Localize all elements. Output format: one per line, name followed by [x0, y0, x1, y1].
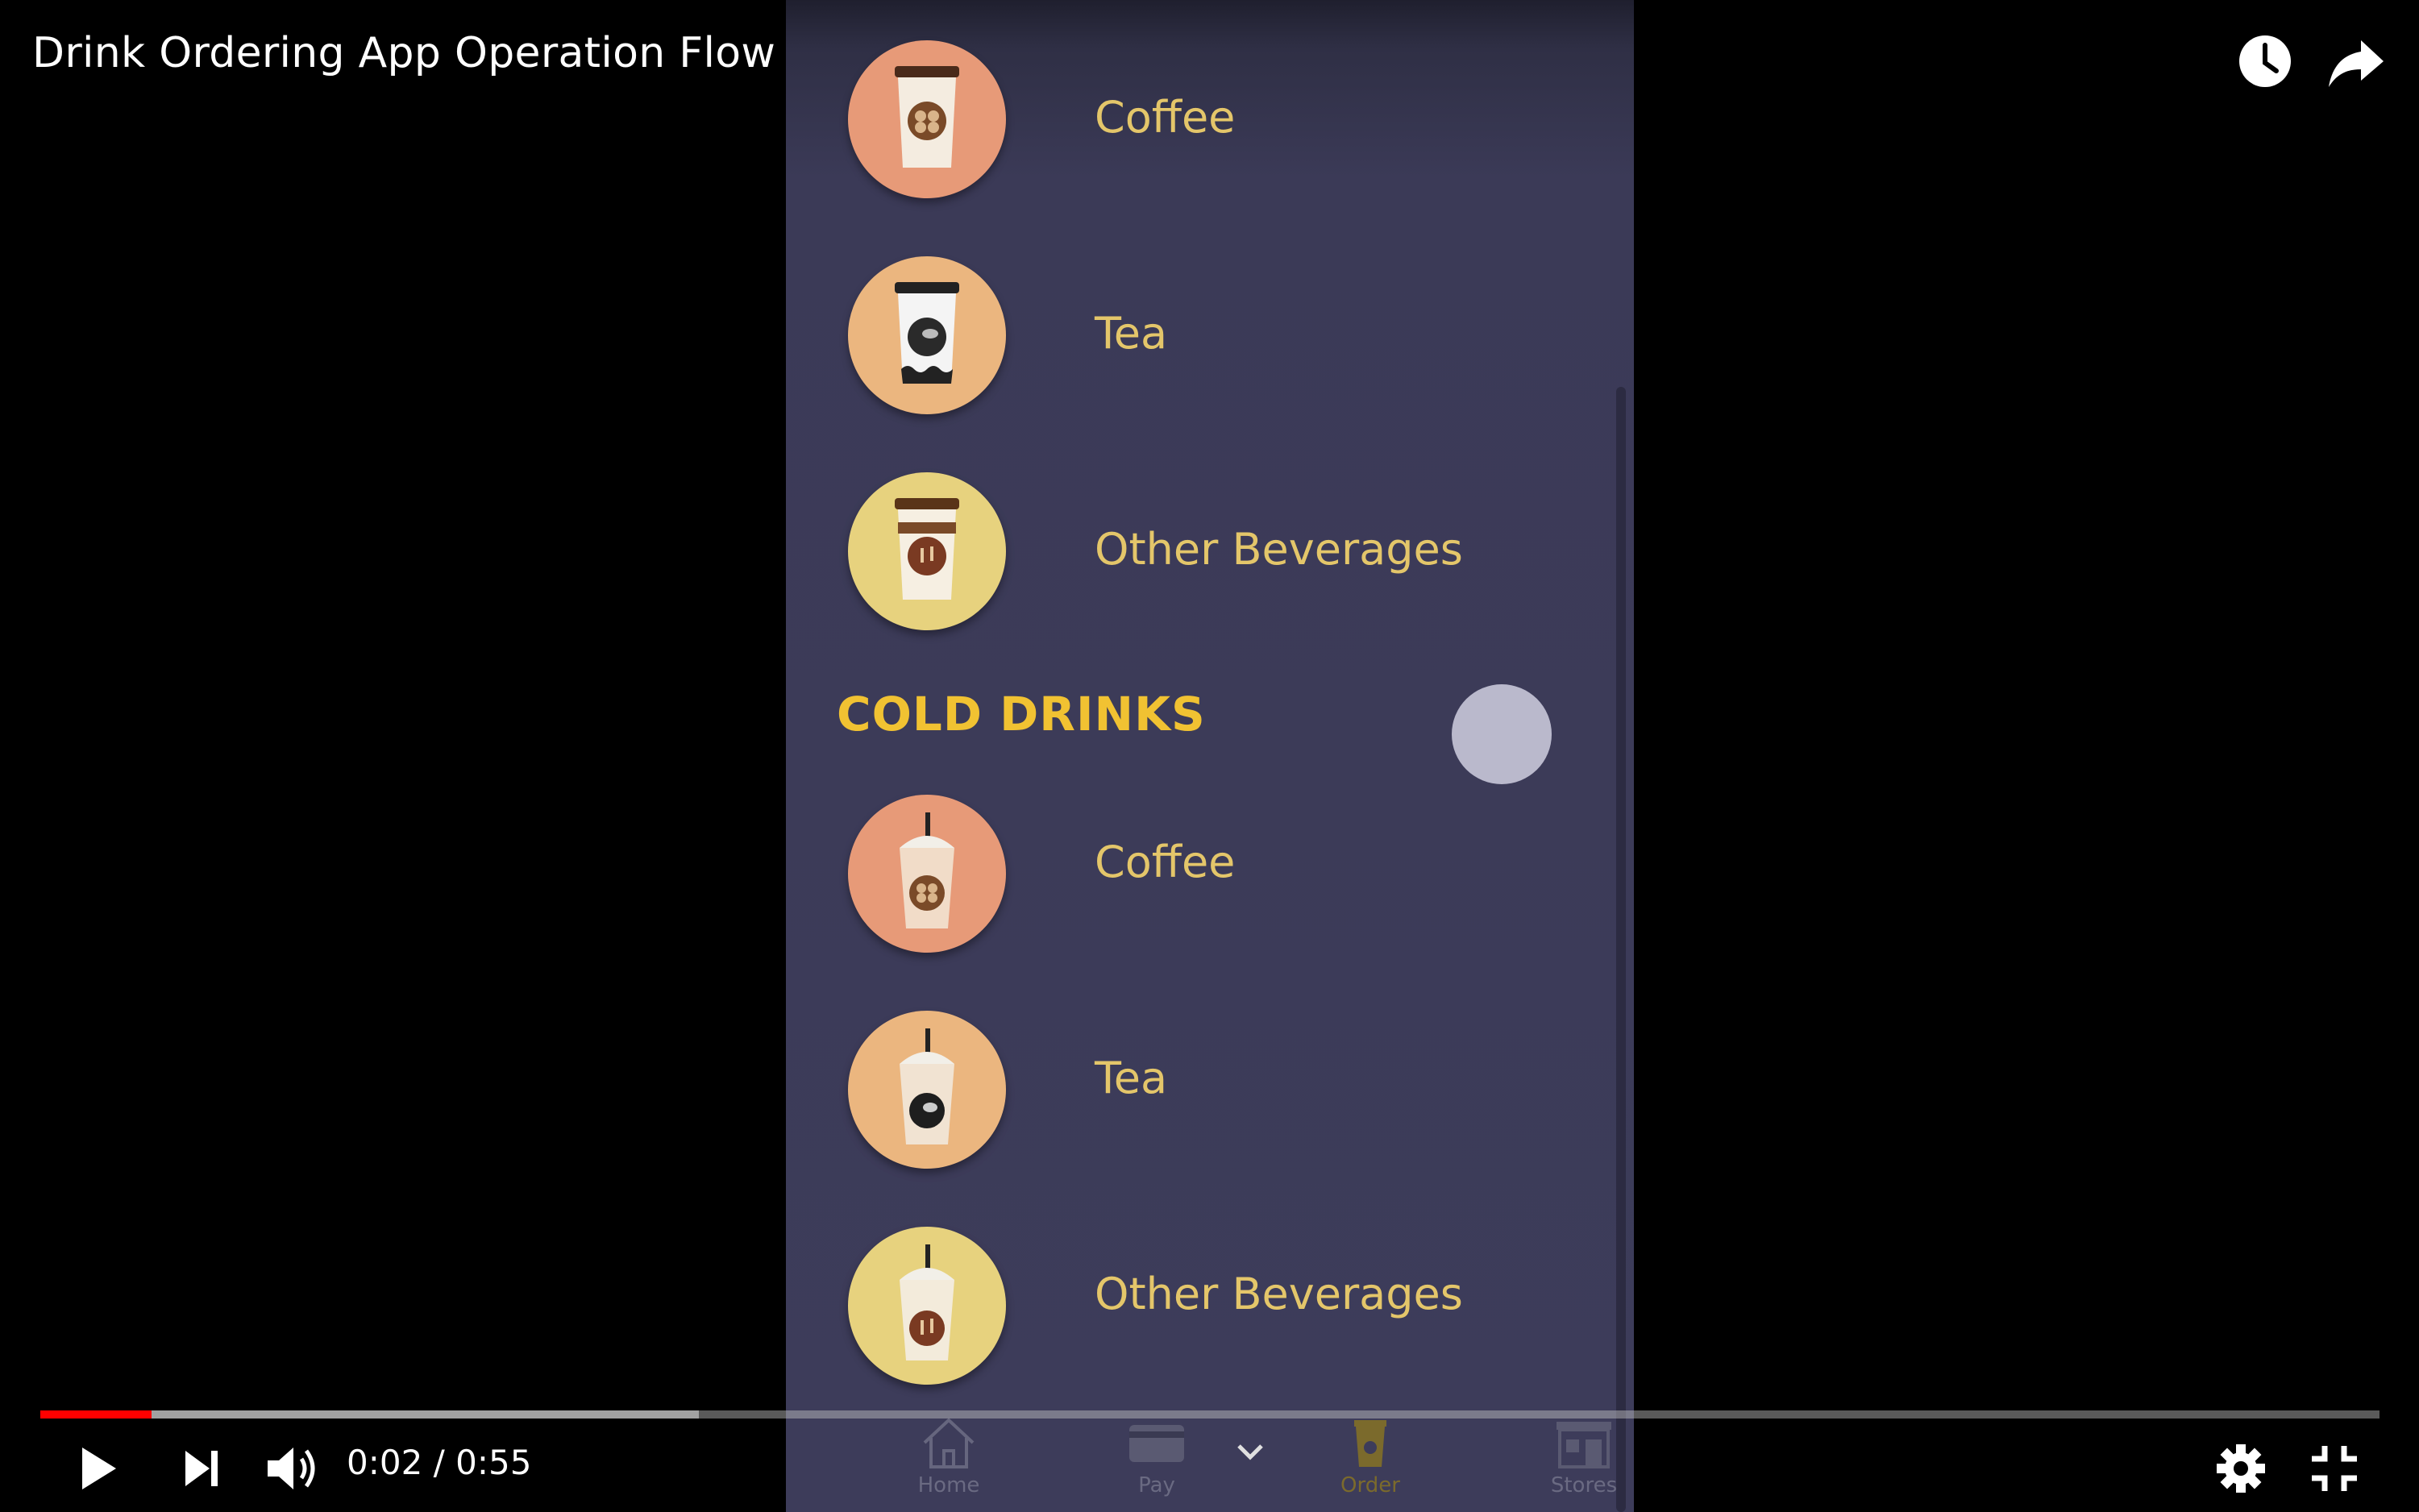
video-title[interactable]: Drink Ordering App Operation Flow: [32, 29, 775, 77]
app-screen: Coffee Tea Other Beverages COLD DRINKS C…: [786, 0, 1634, 1512]
settings-icon[interactable]: [2209, 1436, 2273, 1501]
list-item-cold-tea[interactable]: Tea: [786, 1011, 1634, 1172]
item-label: Tea: [1095, 1053, 1168, 1103]
item-label: Coffee: [1095, 837, 1236, 887]
touch-indicator: [1452, 684, 1552, 784]
nav-home[interactable]: Home: [892, 1409, 1005, 1512]
section-title-cold-drinks: COLD DRINKS: [837, 687, 1206, 741]
item-label: Tea: [1095, 308, 1168, 359]
item-label: Other Beverages: [1095, 1269, 1463, 1319]
next-icon[interactable]: [169, 1436, 234, 1501]
app-bottom-nav: Home Pay Order Stores: [786, 1409, 1634, 1512]
play-icon[interactable]: [64, 1436, 129, 1501]
nav-order[interactable]: Order: [1314, 1409, 1427, 1512]
progress-played: [40, 1410, 152, 1419]
volume-icon[interactable]: [260, 1436, 324, 1501]
nav-pay[interactable]: Pay: [1100, 1409, 1213, 1512]
nav-stores-label: Stores: [1550, 1473, 1618, 1497]
list-item-hot-other[interactable]: Other Beverages: [786, 472, 1634, 633]
time-display: 0:02 / 0:55: [347, 1443, 532, 1482]
share-icon[interactable]: [2325, 31, 2387, 92]
item-label: Coffee: [1095, 92, 1236, 143]
progress-bar[interactable]: [40, 1410, 2380, 1419]
nav-stores[interactable]: Stores: [1527, 1409, 1634, 1512]
card-icon: [1129, 1425, 1184, 1462]
list-item-hot-tea[interactable]: Tea: [786, 256, 1634, 417]
watch-later-icon[interactable]: [2234, 31, 2296, 92]
list-item-cold-other[interactable]: Other Beverages: [786, 1227, 1634, 1388]
store-icon: [1557, 1422, 1611, 1468]
nav-order-label: Order: [1340, 1473, 1400, 1497]
home-icon: [923, 1418, 975, 1468]
nav-expand[interactable]: [1218, 1409, 1282, 1512]
iced-coffee-cup-icon: [848, 795, 1006, 953]
iced-other-cup-icon: [848, 1227, 1006, 1385]
cup-icon: [1354, 1420, 1386, 1467]
list-item-hot-coffee[interactable]: Coffee: [786, 40, 1634, 201]
hot-other-cup-icon: [848, 472, 1006, 630]
nav-pay-label: Pay: [1138, 1473, 1175, 1497]
list-item-cold-coffee[interactable]: Coffee: [786, 795, 1634, 956]
chevron-down-icon: [1237, 1444, 1263, 1460]
exit-fullscreen-icon[interactable]: [2302, 1436, 2367, 1501]
iced-tea-cup-icon: [848, 1011, 1006, 1169]
item-label: Other Beverages: [1095, 524, 1463, 575]
hot-tea-cup-icon: [848, 256, 1006, 414]
hot-coffee-cup-icon: [848, 40, 1006, 198]
nav-home-label: Home: [917, 1473, 980, 1497]
